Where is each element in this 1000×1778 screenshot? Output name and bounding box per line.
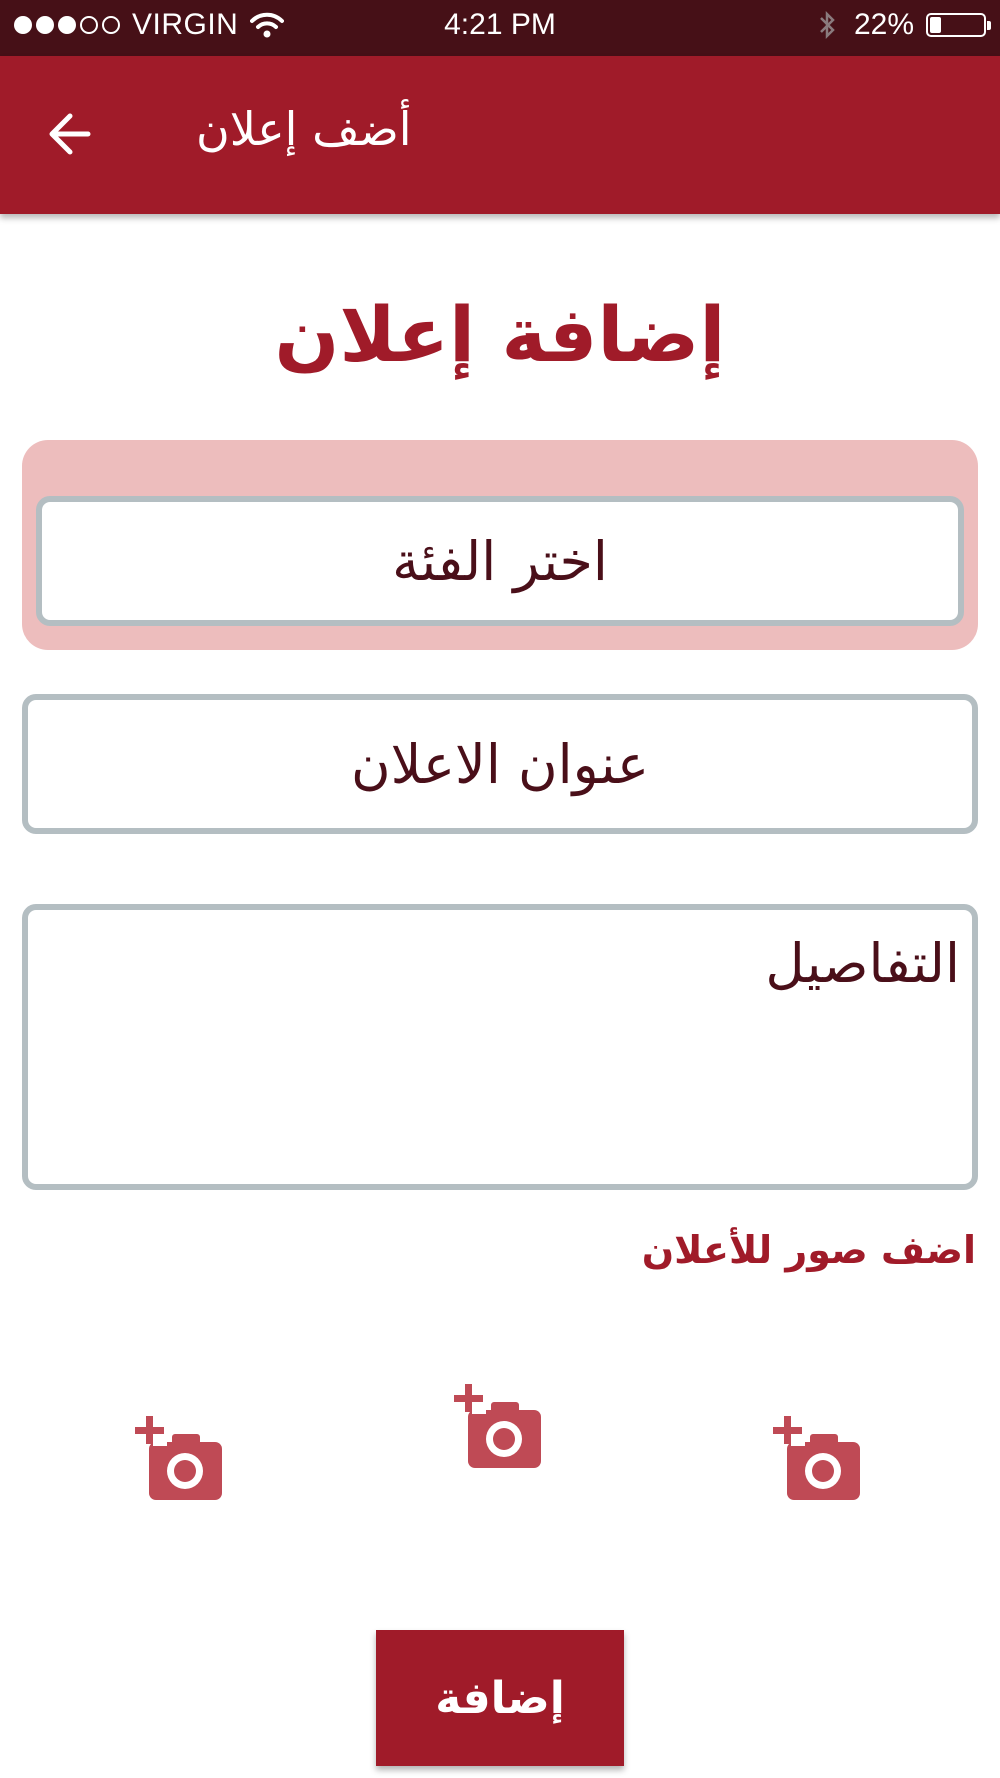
battery-icon [926, 13, 991, 37]
header-title: أضف إعلان [196, 102, 412, 156]
app-header: أضف إعلان [0, 56, 1000, 214]
ad-title-input[interactable]: عنوان الاعلان [22, 694, 978, 834]
ad-details-textarea[interactable]: التفاصيل [22, 904, 978, 1190]
status-bar: VIRGIN 4:21 PM 22% [0, 0, 1000, 56]
submit-button[interactable]: إضافة [376, 1630, 624, 1766]
category-select[interactable]: اختر الفئة [36, 496, 964, 626]
category-highlight: اختر الفئة [22, 440, 978, 650]
bluetooth-icon [820, 10, 835, 40]
add-photo-camera-icon[interactable] [453, 1382, 543, 1472]
add-photo-camera-icon[interactable] [772, 1414, 862, 1504]
status-right: 22% [818, 8, 991, 42]
battery-fill [930, 17, 941, 33]
back-arrow-icon[interactable] [44, 106, 100, 162]
add-photo-camera-icon[interactable] [134, 1414, 224, 1504]
add-photos-label: اضف صور للأعلان [641, 1228, 976, 1272]
page-title: إضافة إعلان [274, 290, 726, 379]
battery-percent: 22% [853, 8, 914, 41]
